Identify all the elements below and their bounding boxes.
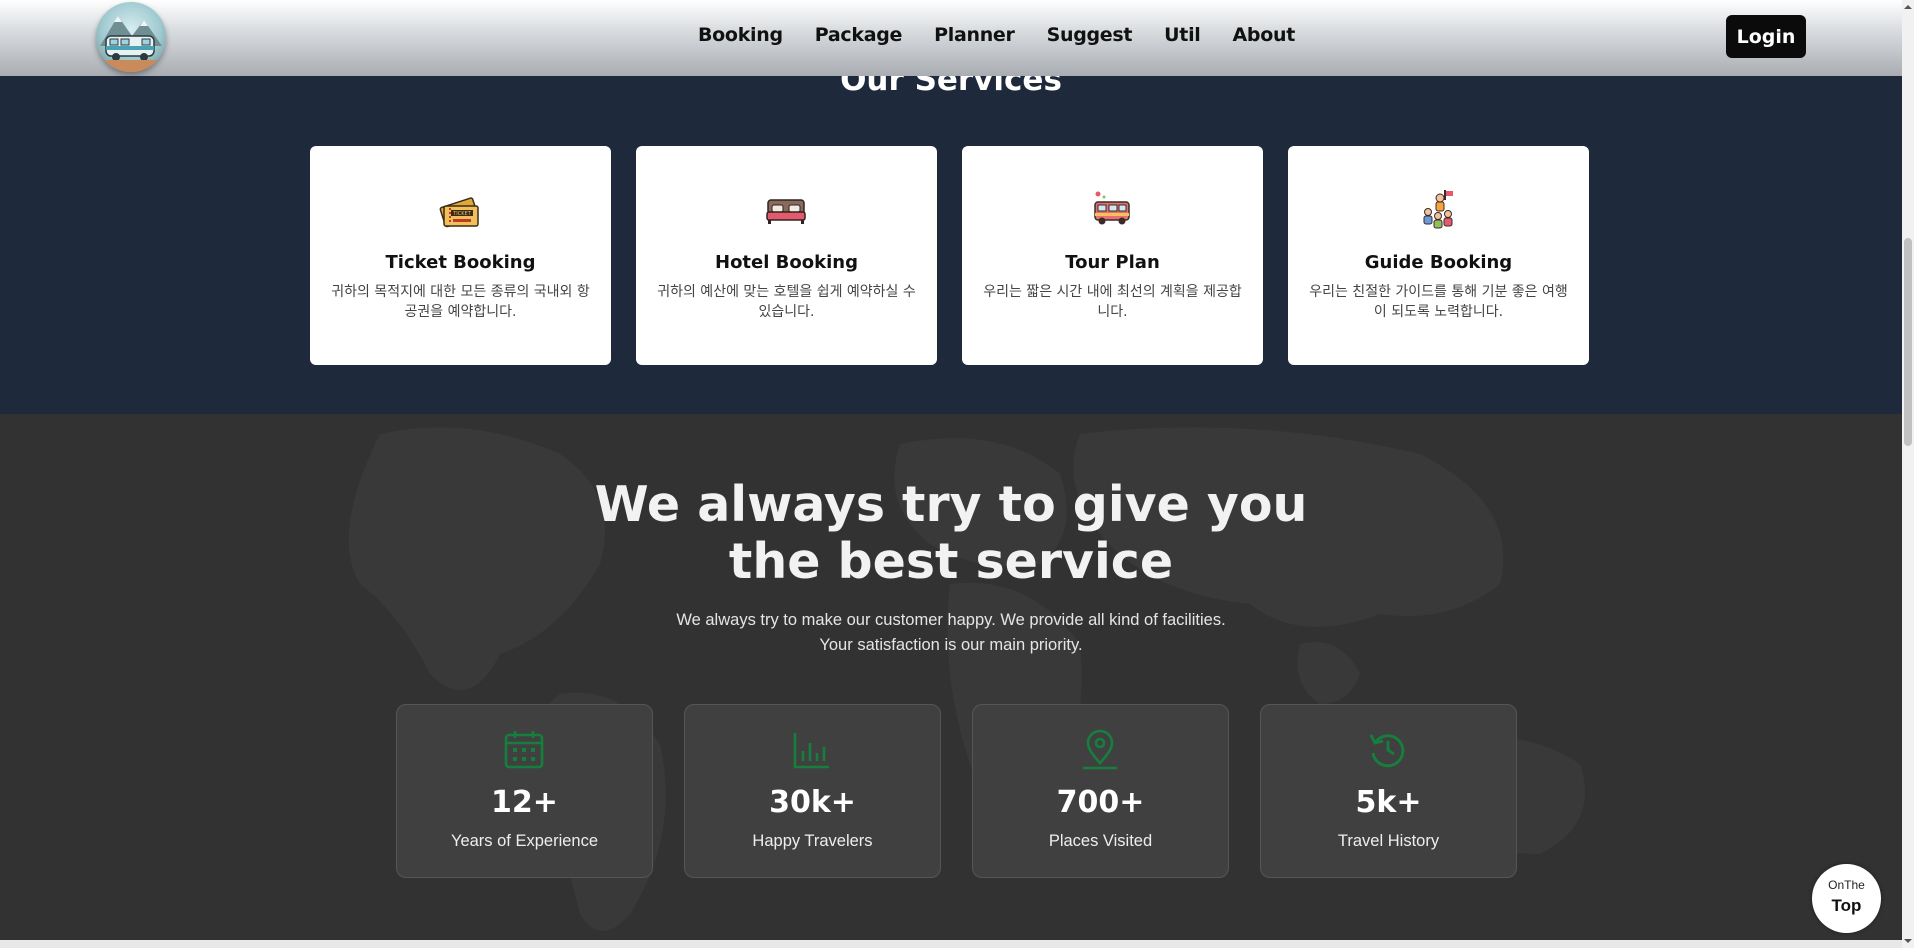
service-card-guide-booking[interactable]: Guide Booking 우리는 친절한 가이드를 통해 기분 좋은 여행이 … [1288, 146, 1589, 365]
scroll-up-arrow-icon[interactable] [1903, 2, 1913, 12]
service-description: 귀하의 목적지에 대한 모든 종류의 국내외 항공권을 예약합니다. [331, 284, 590, 320]
stats-subtitle-line-1: We always try to make our customer happy… [676, 611, 1226, 629]
tour-guide-icon [1423, 190, 1453, 229]
bed-icon [766, 199, 806, 224]
stats-heading: We always try to give you the best servi… [0, 476, 1902, 590]
stat-card-history: 5k+ Travel History [1260, 704, 1517, 878]
nav-item-util[interactable]: Util [1164, 24, 1201, 46]
history-icon [1369, 734, 1405, 768]
stats-heading-line-2: the best service [728, 533, 1174, 590]
stat-label: Places Visited [1048, 832, 1153, 850]
horizontal-scrollbar[interactable] [0, 940, 1902, 948]
login-button[interactable]: Login [1726, 15, 1806, 58]
service-description: 귀하의 예산에 맞는 호텔을 쉽게 예약하실 수 있습니다. [657, 284, 916, 320]
nav-item-booking[interactable]: Booking [698, 24, 783, 46]
main-nav: Booking Package Planner Suggest Util Abo… [698, 24, 1327, 46]
stats-heading-line-1: We always try to give you [594, 476, 1308, 533]
nav-item-package[interactable]: Package [815, 24, 903, 46]
camper-van-icon [1094, 191, 1130, 225]
scroll-down-arrow-icon[interactable] [1903, 936, 1913, 946]
camper-van-logo-icon [100, 16, 162, 72]
service-description: 우리는 친절한 가이드를 통해 기분 좋은 여행이 되도록 노력합니다. [1309, 284, 1568, 320]
service-card-tour-plan[interactable]: Tour Plan 우리는 짧은 시간 내에 최선의 계획을 제공합니다. [962, 146, 1263, 365]
svg-text:TICKET: TICKET [452, 211, 471, 217]
map-pin-icon [1083, 729, 1117, 770]
service-title: Tour Plan [1065, 252, 1160, 273]
stat-value: 30k+ [769, 785, 856, 820]
nav-item-planner[interactable]: Planner [934, 24, 1015, 46]
stat-card-travelers: 30k+ Happy Travelers [684, 704, 941, 878]
scrollbar-thumb[interactable] [1904, 238, 1912, 446]
back-to-top-label: Top [1831, 896, 1862, 915]
service-title: Ticket Booking [385, 252, 536, 273]
stats-section: We always try to give you the best servi… [0, 414, 1902, 948]
service-title: Hotel Booking [715, 252, 858, 273]
service-description: 우리는 짧은 시간 내에 최선의 계획을 제공합니다. [983, 284, 1242, 320]
vertical-scrollbar[interactable] [1902, 0, 1914, 948]
navbar: Booking Package Planner Suggest Util Abo… [0, 0, 1902, 76]
service-card-ticket-booking[interactable]: TICKET Ticket Booking 귀하의 목적지에 대한 모든 종류의… [310, 146, 611, 365]
stat-value: 12+ [491, 785, 558, 820]
stat-card-years: 12+ Years of Experience [396, 704, 653, 878]
stats-subtitle-line-2: Your satisfaction is our main priority. [819, 636, 1083, 654]
service-card-hotel-booking[interactable]: Hotel Booking 귀하의 예산에 맞는 호텔을 쉽게 예약하실 수 있… [636, 146, 937, 365]
service-title: Guide Booking [1364, 252, 1513, 273]
site-logo[interactable] [96, 2, 166, 72]
nav-item-about[interactable]: About [1233, 24, 1296, 46]
stat-value: 5k+ [1355, 785, 1422, 820]
stat-label: Years of Experience [450, 832, 599, 850]
nav-item-suggest[interactable]: Suggest [1047, 24, 1133, 46]
stats-subtitle: We always try to make our customer happy… [0, 608, 1902, 658]
stat-card-places: 700+ Places Visited [972, 704, 1229, 878]
calendar-icon [504, 731, 544, 769]
stat-label: Happy Travelers [752, 832, 873, 850]
back-to-top-small-label: OnThe [1828, 878, 1865, 892]
back-to-top-button[interactable]: OnThe Top [1812, 864, 1881, 933]
stat-label: Travel History [1337, 832, 1440, 850]
bar-chart-icon [793, 733, 829, 769]
stat-value: 700+ [1056, 785, 1145, 820]
ticket-icon: TICKET [439, 197, 479, 228]
